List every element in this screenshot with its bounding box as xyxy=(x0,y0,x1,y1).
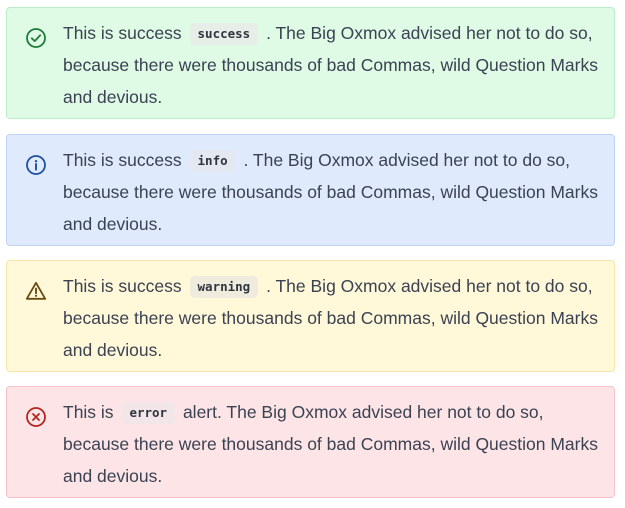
alert-success: This is success success . The Big Oxmox … xyxy=(6,7,615,119)
warning-triangle-icon xyxy=(25,280,47,302)
alert-message: This is success success . The Big Oxmox … xyxy=(63,17,611,113)
alert-prefix: This is success xyxy=(63,276,182,296)
alert-code: warning xyxy=(189,276,259,298)
alert-info: This is success info . The Big Oxmox adv… xyxy=(6,134,615,246)
alert-code: error xyxy=(121,402,176,424)
alert-prefix: This is success xyxy=(63,150,182,170)
alert-message: This is success warning . The Big Oxmox … xyxy=(63,270,611,366)
alert-message: This is success info . The Big Oxmox adv… xyxy=(63,144,611,240)
error-circle-icon xyxy=(25,406,47,428)
alert-prefix: This is xyxy=(63,402,114,422)
alert-error: This is error alert. The Big Oxmox advis… xyxy=(6,386,615,498)
info-circle-icon xyxy=(25,154,47,176)
alert-code: info xyxy=(189,150,236,172)
check-circle-icon xyxy=(25,27,47,49)
alert-message: This is error alert. The Big Oxmox advis… xyxy=(63,396,611,492)
alert-warning: This is success warning . The Big Oxmox … xyxy=(6,260,615,372)
alert-prefix: This is success xyxy=(63,23,182,43)
alert-code: success xyxy=(189,23,259,45)
